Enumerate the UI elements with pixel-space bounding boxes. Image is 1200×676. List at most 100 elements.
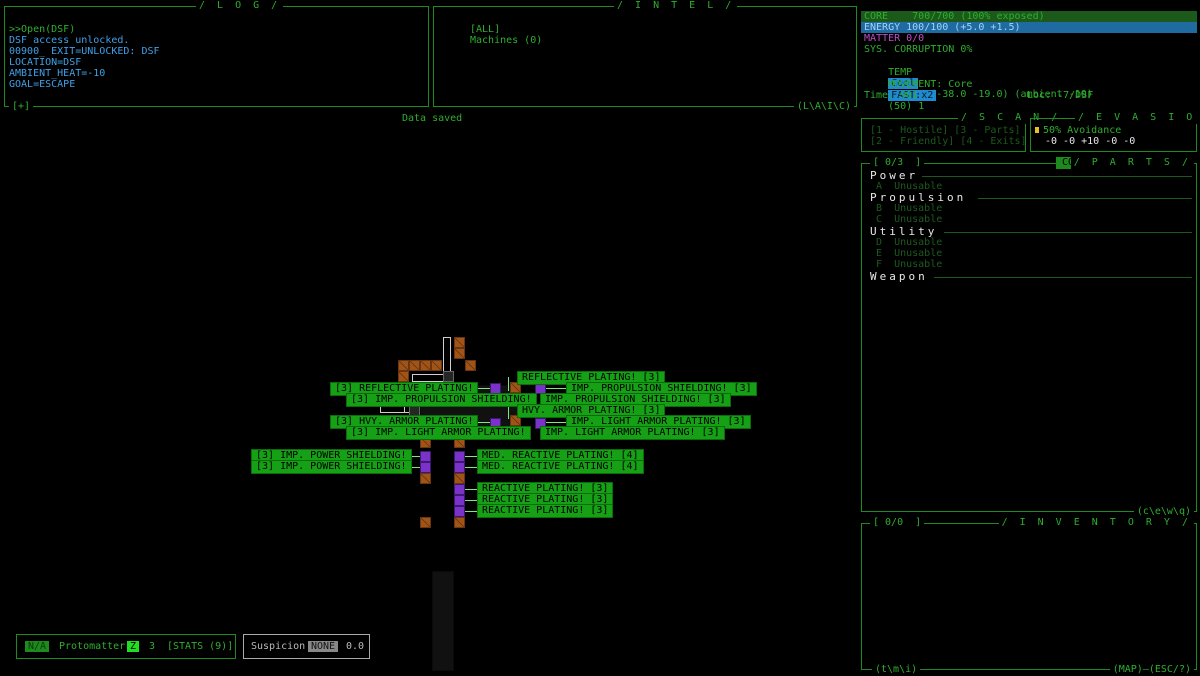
item-tile[interactable]	[420, 462, 431, 473]
label-connector	[546, 422, 566, 423]
section-divider	[978, 198, 1192, 199]
machine-pipe	[443, 337, 451, 373]
part-slot[interactable]: C Unusable	[876, 214, 942, 225]
map-item-label[interactable]: IMP. LIGHT ARMOR PLATING! [3]	[540, 426, 725, 440]
protomatter-label: Protomatter	[59, 641, 126, 652]
log-line: DSF access unlocked.	[9, 35, 130, 46]
matter-readout: MATTER 0/0	[864, 33, 925, 44]
avoidance-readout: 50% Avoidance	[1043, 125, 1122, 136]
machine-tile[interactable]	[443, 371, 454, 382]
slot-key: E	[876, 248, 883, 259]
core-bar: CORE 700/700 (100% exposed)	[861, 11, 1197, 22]
label-connector	[465, 456, 477, 457]
label-connector	[465, 489, 477, 490]
section-propulsion: Propulsion	[870, 191, 967, 204]
evasion-modifiers: -0 -0 +10 -0 -0	[1045, 136, 1136, 147]
item-tile[interactable]	[454, 484, 465, 495]
slot-label: Unusable	[894, 237, 943, 248]
section-power: Power	[870, 169, 919, 182]
energy-bar: ENERGY 100/100 (+5.0 +1.5)	[861, 22, 1197, 33]
part-slot[interactable]: D Unusable	[876, 237, 942, 248]
suspicion-badge: NONE	[308, 641, 339, 652]
intel-panel: / I N T E L / [ALL] Machines (0) (L\A\I\…	[433, 0, 857, 113]
wall-tile	[454, 337, 465, 348]
slot-label: Unusable	[894, 203, 943, 214]
wall-tile	[398, 371, 409, 382]
movement-label: MOVEMENT: Core	[888, 79, 973, 90]
parts-count: [ 0/3 ]	[870, 157, 925, 169]
stats-button[interactable]: [STATS (9)]	[167, 641, 233, 652]
section-divider	[944, 232, 1192, 233]
slot-key: C	[876, 214, 883, 225]
na-badge: N/A	[25, 641, 50, 652]
log-expand-button[interactable]: [+]	[9, 101, 34, 113]
log-line: >>Open(DSF)	[9, 24, 76, 35]
wall-tile	[398, 360, 409, 371]
corridor-floor	[432, 571, 454, 671]
section-utility: Utility	[870, 225, 938, 238]
parts-panel: [ 0/3 ] COGMIND / P A R T S / Power A Un…	[861, 157, 1197, 518]
suspicion-label: Suspicion	[251, 641, 306, 652]
log-title: / L O G /	[196, 0, 284, 12]
map-item-label[interactable]: MED. REACTIVE PLATING! [4]	[477, 460, 644, 474]
movement-detail: (50) 1	[888, 101, 925, 112]
corruption-readout: SYS. CORRUPTION 0%	[864, 44, 973, 55]
section-divider	[934, 277, 1192, 278]
scan-row-hostile-parts[interactable]: [1 - Hostile] [3 - Parts]	[870, 125, 1021, 136]
part-slot[interactable]: B Unusable	[876, 203, 942, 214]
scan-row-friendly-exits[interactable]: [2 - Friendly] [4 - Exits]	[870, 136, 1027, 147]
wall-tile	[431, 360, 442, 371]
item-tile[interactable]	[454, 495, 465, 506]
protomatter-panel: N/A Protomatter Z 3 [STATS (9)]	[16, 634, 236, 659]
item-tile[interactable]	[454, 506, 465, 517]
wall-tile	[454, 348, 465, 359]
inventory-panel: [ 0/0 ] / I N V E N T O R Y / (t\m\i) (M…	[861, 517, 1197, 676]
label-connector	[465, 500, 477, 501]
map-item-label[interactable]: REACTIVE PLATING! [3]	[477, 504, 614, 518]
time-readout: Time: 901	[864, 90, 919, 101]
scan-panel: / S C A N / [1 - Hostile] [3 - Parts] [2…	[861, 112, 1064, 152]
label-connector	[465, 467, 477, 468]
slot-label: Unusable	[894, 259, 943, 270]
suspicion-value: 0.0	[346, 641, 365, 652]
slot-key: D	[876, 237, 883, 248]
log-line: GOAL=ESCAPE	[9, 79, 76, 90]
map-area[interactable]: REFLECTIVE PLATING! [3] [3] REFLECTIVE P…	[0, 125, 856, 671]
item-tile[interactable]	[454, 462, 465, 473]
map-item-label[interactable]: [3] IMP. PROPULSION SHIELDING!	[346, 393, 537, 407]
log-line: 00900_ EXIT=UNLOCKED: DSF	[9, 46, 160, 57]
intel-filter-all[interactable]: [ALL]	[470, 24, 500, 35]
avoidance-marker-icon	[1035, 127, 1039, 133]
map-item-label[interactable]: [3] IMP. LIGHT ARMOR PLATING!	[346, 426, 531, 440]
label-connector	[465, 511, 477, 512]
item-tile[interactable]	[454, 451, 465, 462]
map-item-label[interactable]: [3] IMP. POWER SHIELDING!	[251, 460, 412, 474]
log-panel: / L O G / >>Open(DSF) DSF access unlocke…	[4, 0, 429, 113]
intel-tabs[interactable]: (L\A\I\C)	[793, 101, 854, 113]
wall-tile	[465, 360, 476, 371]
slot-key: F	[876, 259, 883, 270]
section-divider	[922, 176, 1192, 177]
slot-label: Unusable	[894, 248, 943, 259]
item-tile[interactable]	[420, 451, 431, 462]
evasion-title: / E V A S I O N /	[1075, 112, 1200, 124]
section-weapon: Weapon	[870, 270, 928, 283]
intel-machines[interactable]: Machines (0)	[470, 35, 542, 46]
map-esc-buttons[interactable]: (MAP)—(ESC/?)	[1109, 664, 1194, 676]
status-panel: CORE 700/700 (100% exposed) ENERGY 100/1…	[861, 11, 1197, 112]
parts-title: / P A R T S /	[1070, 157, 1194, 169]
wall-tile	[454, 473, 465, 484]
wall-tile	[420, 473, 431, 484]
inventory-tabs[interactable]: (t\m\i)	[872, 664, 921, 676]
movement-row: MOVEMENT: Core FAST:x2 (50) 1	[861, 68, 1197, 112]
part-slot[interactable]: E Unusable	[876, 248, 942, 259]
inventory-title: / I N V E N T O R Y /	[998, 517, 1194, 529]
location-readout: Loc: -7/DSF	[1027, 90, 1094, 101]
log-line: LOCATION=DSF	[9, 57, 82, 68]
suspicion-panel: Suspicion NONE 0.0	[243, 634, 370, 659]
inventory-count: [ 0/0 ]	[870, 517, 925, 529]
status-message: Data saved	[402, 113, 463, 124]
wall-tile	[420, 517, 431, 528]
temp-row: TEMP Cool Heat 0 (-38.0 -19.0) (ambient …	[861, 56, 1197, 100]
part-slot[interactable]: F Unusable	[876, 259, 942, 270]
